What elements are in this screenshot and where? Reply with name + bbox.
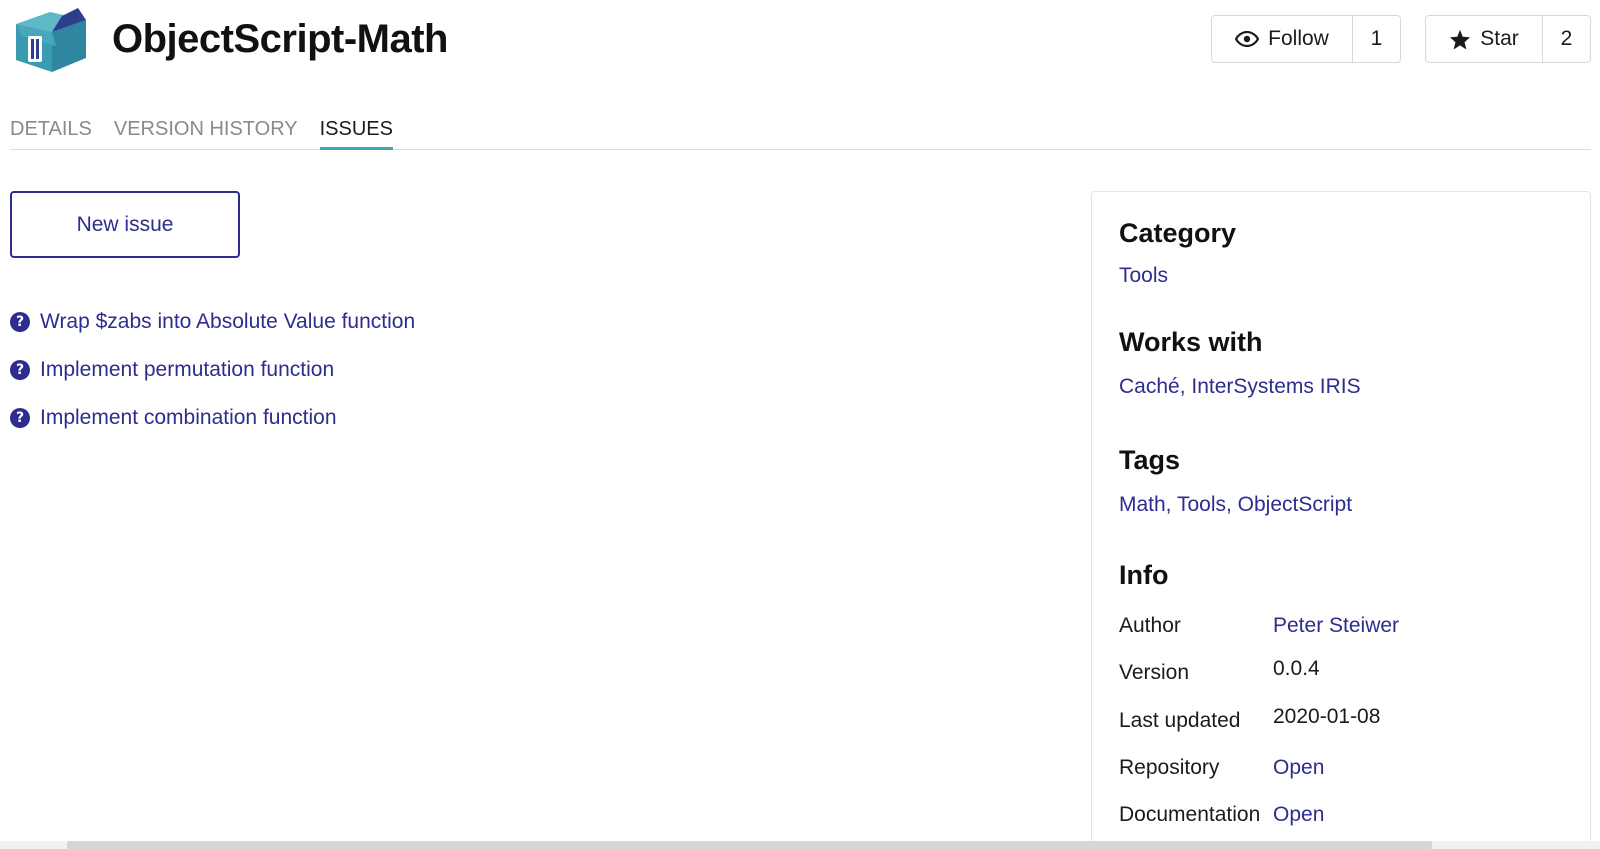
- tab-details[interactable]: DETAILS: [10, 110, 92, 150]
- issue-title[interactable]: Implement permutation function: [40, 358, 334, 382]
- scrollbar-thumb[interactable]: [67, 841, 1432, 849]
- documentation-link[interactable]: Open: [1273, 801, 1324, 829]
- issue-title[interactable]: Wrap $zabs into Absolute Value function: [40, 310, 415, 334]
- info-heading: Info: [1119, 560, 1169, 590]
- follow-button-group: Follow 1: [1211, 15, 1401, 63]
- repository-link[interactable]: Open: [1273, 754, 1324, 782]
- info-label: Author: [1119, 614, 1181, 637]
- info-row-last-updated: Last updated 2020-01-08: [1119, 705, 1380, 735]
- issue-item[interactable]: ? Implement combination function: [10, 394, 415, 442]
- last-updated-value: 2020-01-08: [1273, 705, 1381, 728]
- package-info-card: Category Tools Works with Caché, InterSy…: [1091, 191, 1591, 849]
- tags-link[interactable]: Math, Tools, ObjectScript: [1119, 491, 1352, 519]
- star-label: Star: [1480, 27, 1519, 50]
- star-button[interactable]: Star: [1426, 16, 1543, 62]
- horizontal-scrollbar[interactable]: [0, 841, 1600, 849]
- tab-bar: DETAILS VERSION HISTORY ISSUES: [10, 110, 1591, 150]
- info-row-version: Version 0.0.4: [1119, 657, 1320, 687]
- page: ObjectScript-Math Follow 1 Star 2 DETAIL…: [0, 0, 1600, 849]
- author-link[interactable]: Peter Steiwer: [1273, 612, 1399, 640]
- issue-title[interactable]: Implement combination function: [40, 406, 337, 430]
- info-label: Last updated: [1119, 709, 1241, 732]
- question-icon: ?: [10, 312, 30, 332]
- star-count[interactable]: 2: [1543, 16, 1590, 62]
- new-issue-button[interactable]: New issue: [10, 191, 240, 258]
- star-button-group: Star 2: [1425, 15, 1591, 63]
- works-with-section: Works with Caché, InterSystems IRIS: [1119, 325, 1361, 401]
- info-section: Info: [1119, 558, 1168, 592]
- tab-version-history[interactable]: VERSION HISTORY: [114, 110, 298, 150]
- info-row-repository: Repository Open: [1119, 754, 1324, 782]
- page-title: ObjectScript-Math: [112, 17, 448, 61]
- info-row-documentation: Documentation Open: [1119, 801, 1324, 829]
- issue-list: ? Wrap $zabs into Absolute Value functio…: [10, 298, 415, 442]
- follow-label: Follow: [1268, 27, 1329, 50]
- question-icon: ?: [10, 360, 30, 380]
- question-icon: ?: [10, 408, 30, 428]
- eye-icon: [1235, 31, 1260, 47]
- version-value: 0.0.4: [1273, 657, 1320, 680]
- issue-item[interactable]: ? Implement permutation function: [10, 346, 415, 394]
- info-label: Repository: [1119, 756, 1220, 779]
- issue-item[interactable]: ? Wrap $zabs into Absolute Value functio…: [10, 298, 415, 346]
- package-logo-icon: [12, 6, 90, 76]
- tags-section: Tags Math, Tools, ObjectScript: [1119, 443, 1352, 519]
- category-section: Category Tools: [1119, 216, 1236, 290]
- info-label: Documentation: [1119, 803, 1261, 826]
- star-icon: [1449, 29, 1471, 50]
- follow-count[interactable]: 1: [1353, 16, 1400, 62]
- tab-issues[interactable]: ISSUES: [319, 110, 393, 150]
- works-with-link[interactable]: Caché, InterSystems IRIS: [1119, 373, 1361, 401]
- info-label: Version: [1119, 661, 1190, 684]
- category-link[interactable]: Tools: [1119, 262, 1236, 290]
- works-with-heading: Works with: [1119, 327, 1263, 357]
- follow-button[interactable]: Follow: [1212, 16, 1353, 62]
- info-row-author: Author Peter Steiwer: [1119, 612, 1399, 640]
- tags-heading: Tags: [1119, 445, 1181, 475]
- category-heading: Category: [1119, 218, 1237, 248]
